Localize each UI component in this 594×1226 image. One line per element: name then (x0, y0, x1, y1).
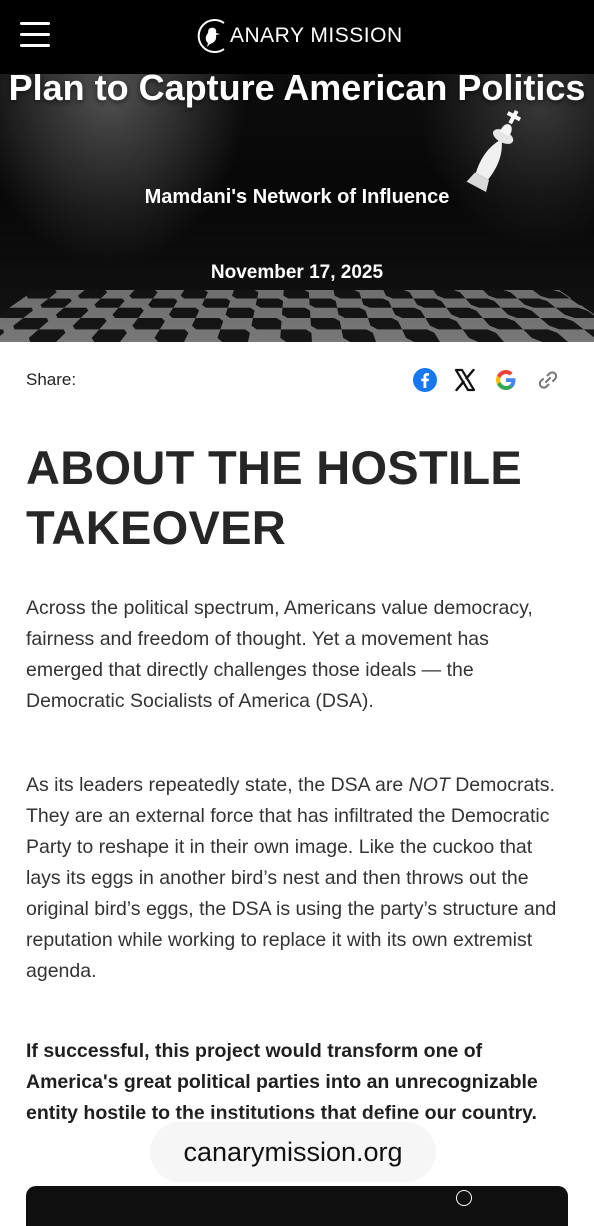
site-logo[interactable]: ANARY MISSION (194, 14, 403, 58)
logo-text: ANARY MISSION (230, 24, 403, 47)
article-heading: ABOUT THE HOSTILE TAKEOVER (26, 441, 522, 554)
source-watermark: canarymission.org (150, 1122, 436, 1182)
article-paragraph-3-bold: If successful, this project would transf… (26, 1040, 538, 1124)
facebook-icon[interactable] (412, 367, 438, 393)
canary-mini-logo-icon (456, 1190, 472, 1206)
canary-bird-icon (197, 19, 225, 53)
article-paragraph-2: As its leaders repeatedly state, the DSA… (26, 774, 557, 982)
hamburger-menu-icon[interactable] (20, 22, 50, 48)
hero-subtitle: Mamdani's Network of Influence (144, 186, 450, 208)
top-nav-bar: ANARY MISSION (0, 0, 594, 74)
google-icon[interactable] (493, 367, 519, 393)
embedded-media-card[interactable] (26, 1186, 568, 1226)
share-label: Share: (26, 370, 77, 389)
share-bar: Share: (26, 366, 562, 396)
article-paragraph-1: Across the political spectrum, Americans… (26, 597, 533, 712)
x-icon[interactable] (452, 367, 478, 393)
emphasis-not: NOT (408, 774, 450, 796)
publish-date: November 17, 2025 (210, 262, 384, 283)
link-icon[interactable] (535, 367, 561, 393)
